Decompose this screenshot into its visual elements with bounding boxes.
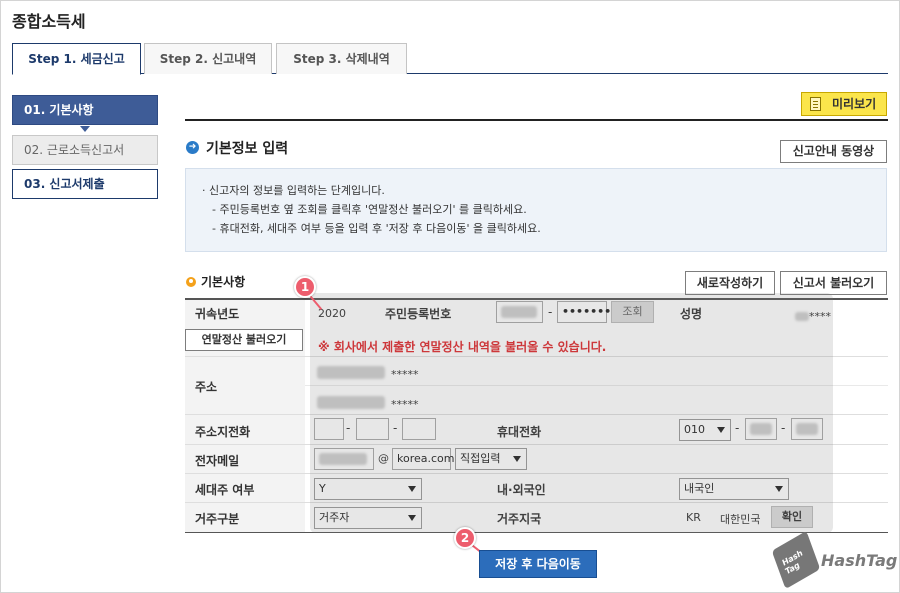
section-title: 기본정보 입력 xyxy=(206,141,289,157)
save-next-button[interactable]: 저장 후 다음이동 xyxy=(479,550,597,578)
bullet-icon xyxy=(186,277,196,287)
page-title: 종합소득세 xyxy=(12,12,86,31)
info-line: - 주민등록번호 옆 조회를 클릭후 '연말정산 불러오기' 를 클릭하세요. xyxy=(212,203,527,216)
basic-title: 기본사항 xyxy=(201,275,246,289)
highlight-overlay xyxy=(310,293,833,533)
watermark-text: HashTag xyxy=(821,551,898,570)
step-basic-info[interactable]: 01. 기본사항 xyxy=(12,95,158,125)
divider xyxy=(185,119,888,121)
tab-bar: Step 1. 세금신고 Step 2. 신고내역 Step 3. 삭제내역 xyxy=(12,43,888,75)
phone-label: 주소지전화 xyxy=(195,425,251,439)
arrow-circle-icon: ➜ xyxy=(186,141,199,154)
email-label: 전자메일 xyxy=(195,454,240,468)
preview-label: 미리보기 xyxy=(832,97,877,111)
info-line: - 휴대전화, 세대주 여부 등을 입력 후 '저장 후 다음이동' 을 클릭하… xyxy=(212,222,541,235)
step-arrow-icon xyxy=(80,126,90,132)
callout-badge-1: 1 xyxy=(294,276,316,298)
tab-step3[interactable]: Step 3. 삭제내역 xyxy=(276,43,407,74)
address-label: 주소 xyxy=(195,380,218,394)
household-label: 세대주 여부 xyxy=(195,483,255,497)
step-submit[interactable]: 03. 신고서제출 xyxy=(12,169,158,199)
new-form-button[interactable]: 새로작성하기 xyxy=(685,271,775,295)
callout-badge-2: 2 xyxy=(454,527,476,549)
info-box: · 신고자의 정보를 입력하는 단계입니다. - 주민등록번호 옆 조회를 클릭… xyxy=(185,168,887,252)
document-icon xyxy=(810,97,821,111)
yearend-load-button[interactable]: 연말정산 불러오기 xyxy=(185,329,303,351)
tab-step2[interactable]: Step 2. 신고내역 xyxy=(144,43,272,74)
step-earned-income[interactable]: 02. 근로소득신고서 xyxy=(12,135,158,165)
tab-step1[interactable]: Step 1. 세금신고 xyxy=(12,43,141,75)
load-return-button[interactable]: 신고서 불러오기 xyxy=(780,271,887,295)
preview-button[interactable]: 미리보기 xyxy=(801,92,887,116)
guide-video-button[interactable]: 신고안내 동영상 xyxy=(780,140,887,163)
year-label: 귀속년도 xyxy=(195,307,240,321)
info-line: · 신고자의 정보를 입력하는 단계입니다. xyxy=(202,184,385,197)
residence-label: 거주구분 xyxy=(195,512,240,526)
